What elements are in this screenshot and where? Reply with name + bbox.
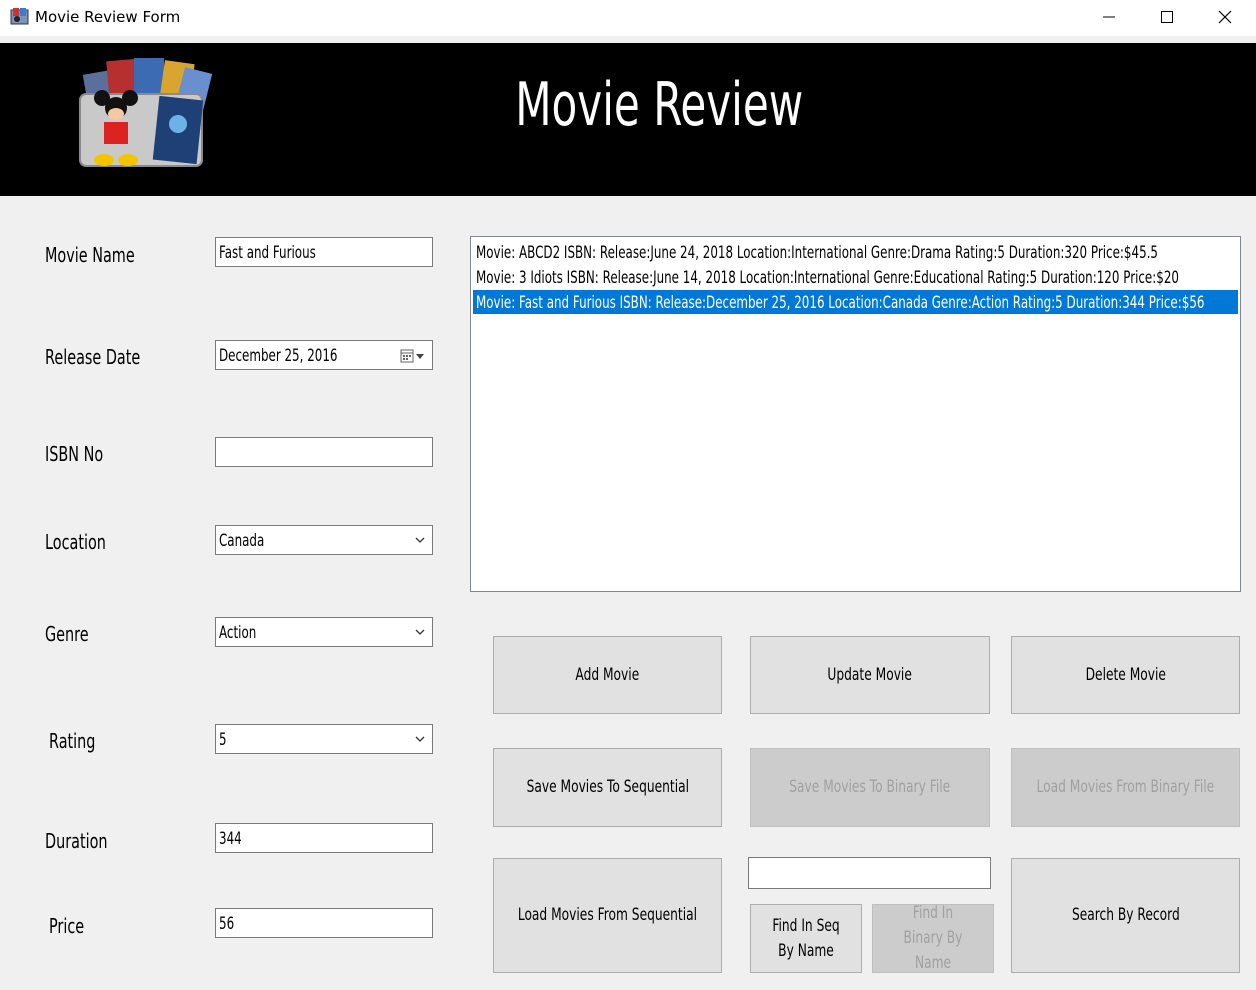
delete-movie-button[interactable]: Delete Movie (1011, 636, 1240, 714)
release-date-value: December 25, 2016 (219, 346, 338, 366)
duration-input[interactable]: 344 (215, 823, 433, 853)
genre-select[interactable]: Action (215, 617, 433, 647)
window-title: Movie Review Form (35, 8, 181, 26)
save-binary-button[interactable]: Save Movies To Binary File (750, 748, 990, 827)
maximize-icon (1161, 11, 1173, 23)
release-date-picker[interactable]: December 25, 2016 (215, 340, 433, 370)
load-binary-label: Load Movies From Binary File (1036, 777, 1215, 797)
find-seq-button[interactable]: Find In Seq By Name (750, 904, 862, 973)
list-item-text: Movie: ABCD2 ISBN: Release:June 24, 2018… (476, 243, 1158, 263)
app-icon (10, 8, 29, 25)
movie-listbox[interactable]: Movie: ABCD2 ISBN: Release:June 24, 2018… (470, 236, 1241, 592)
duration-label: Duration (45, 829, 108, 853)
location-label: Location (45, 530, 106, 554)
find-seq-label: Find In Seq By Name (772, 915, 840, 961)
close-icon (1218, 10, 1232, 24)
rating-label: Rating (49, 729, 96, 753)
load-binary-button[interactable]: Load Movies From Binary File (1011, 748, 1240, 827)
price-label: Price (49, 914, 85, 938)
save-sequential-button[interactable]: Save Movies To Sequential (493, 748, 722, 827)
genre-value: Action (219, 623, 257, 643)
title-bar: Movie Review Form (0, 0, 1256, 36)
list-item[interactable]: Movie: ABCD2 ISBN: Release:June 24, 2018… (473, 240, 1238, 264)
list-item-text: Movie: Fast and Furious ISBN: Release:De… (476, 293, 1205, 313)
list-item[interactable]: Movie: 3 Idiots ISBN: Release:June 14, 2… (473, 265, 1238, 289)
release-date-label: Release Date (45, 345, 141, 369)
maximize-button[interactable] (1138, 0, 1196, 34)
calendar-dropdown-icon[interactable] (400, 349, 426, 363)
chevron-down-icon (415, 736, 425, 742)
update-movie-button[interactable]: Update Movie (750, 636, 990, 714)
save-binary-label: Save Movies To Binary File (789, 777, 951, 797)
add-movie-button[interactable]: Add Movie (493, 636, 722, 714)
chevron-down-icon (415, 629, 425, 635)
minimize-icon (1103, 16, 1115, 18)
load-sequential-button[interactable]: Load Movies From Sequential (493, 858, 722, 973)
update-movie-label: Update Movie (827, 664, 913, 685)
location-select[interactable]: Canada (215, 525, 433, 555)
close-button[interactable] (1196, 0, 1254, 34)
location-value: Canada (219, 531, 265, 551)
load-sequential-label: Load Movies From Sequential (517, 905, 698, 925)
genre-label: Genre (45, 622, 89, 646)
movie-name-label: Movie Name (45, 243, 135, 267)
price-value: 56 (219, 914, 235, 934)
isbn-input[interactable] (215, 437, 433, 467)
page-title: Movie Review (515, 70, 804, 140)
price-input[interactable]: 56 (215, 908, 433, 938)
rating-value: 5 (219, 730, 227, 750)
list-item-selected[interactable]: Movie: Fast and Furious ISBN: Release:De… (473, 290, 1238, 314)
search-name-input[interactable] (748, 857, 991, 889)
search-by-record-button[interactable]: Search By Record (1011, 858, 1240, 973)
search-by-record-label: Search By Record (1071, 905, 1180, 925)
rating-select[interactable]: 5 (215, 724, 433, 754)
movie-name-value: Fast and Furious (219, 243, 316, 263)
list-item-text: Movie: 3 Idiots ISBN: Release:June 14, 2… (476, 268, 1179, 288)
find-binary-button[interactable]: Find In Binary By Name (872, 903, 994, 973)
find-binary-label: Find In Binary By Name (903, 903, 963, 973)
minimize-button[interactable] (1080, 0, 1138, 34)
movie-name-input[interactable]: Fast and Furious (215, 237, 433, 267)
isbn-label: ISBN No (45, 442, 104, 466)
chevron-down-icon (415, 537, 425, 543)
delete-movie-label: Delete Movie (1085, 664, 1166, 685)
add-movie-label: Add Movie (575, 664, 640, 685)
duration-value: 344 (219, 829, 242, 849)
save-sequential-label: Save Movies To Sequential (526, 777, 689, 797)
